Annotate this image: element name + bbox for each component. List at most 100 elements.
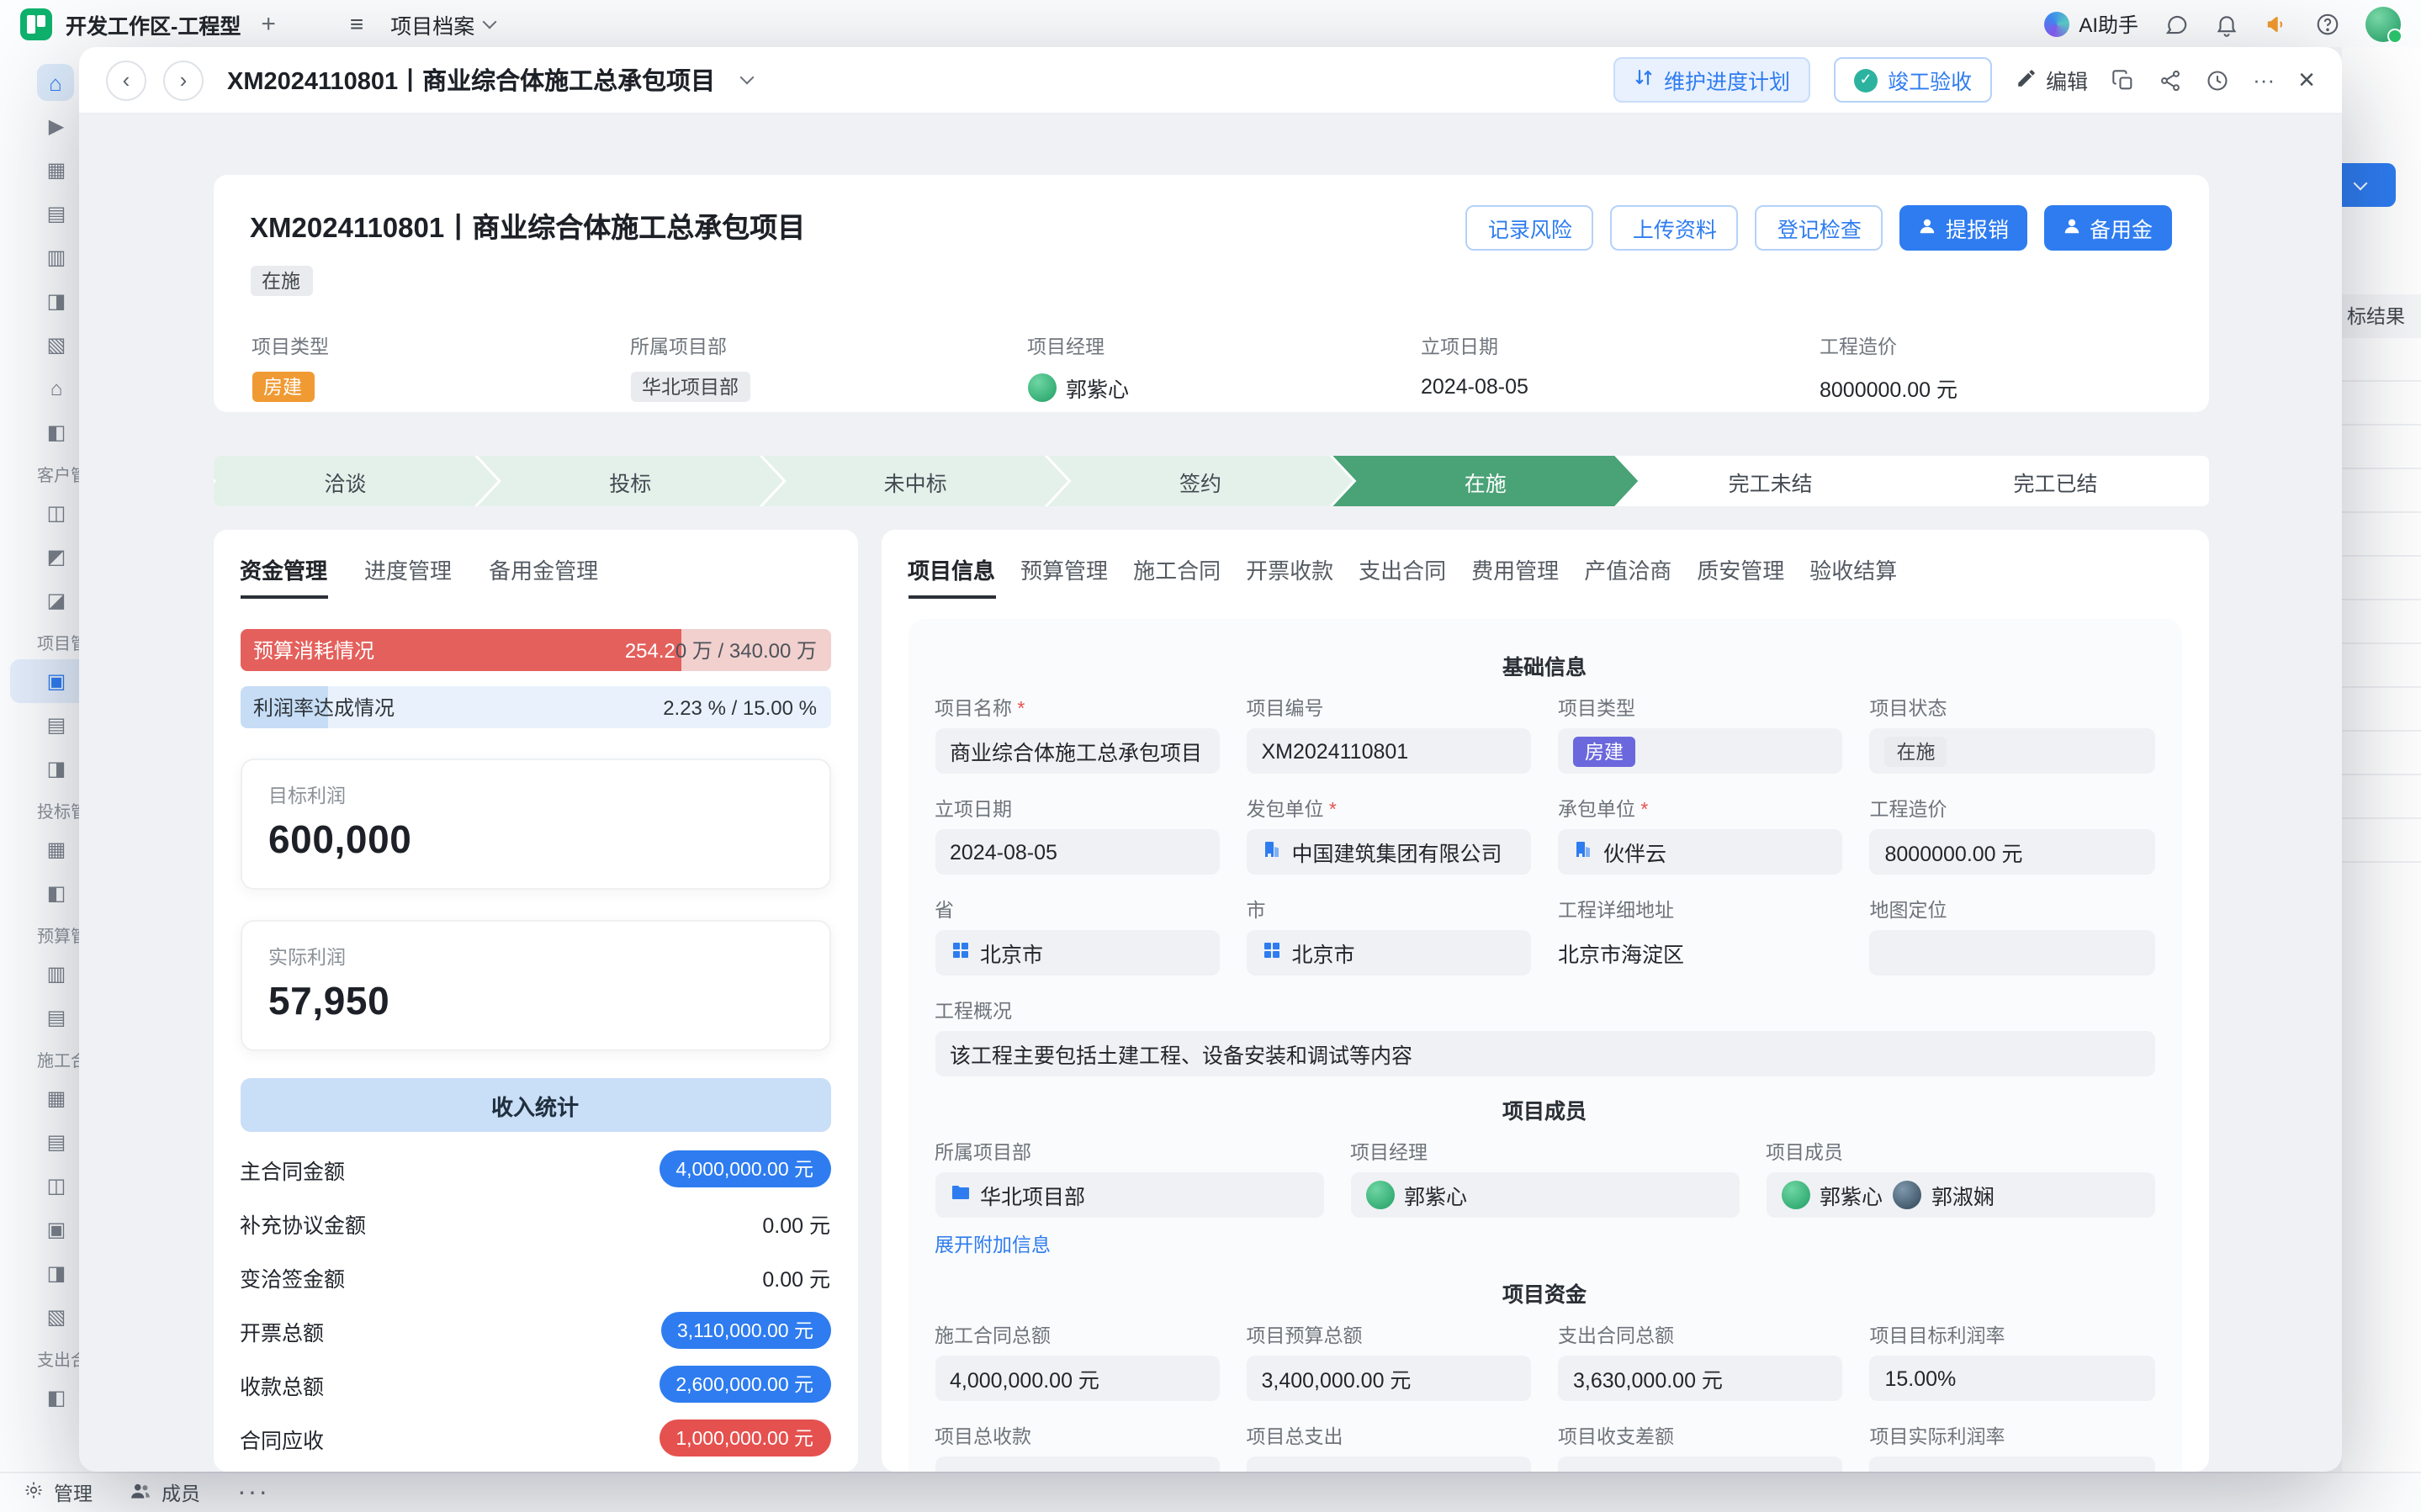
finance-tab[interactable]: 备用金管理 xyxy=(489,553,598,595)
detail-tab[interactable]: 费用管理 xyxy=(1471,553,1559,595)
fund-value-input[interactable]: 57,950.00 元 xyxy=(1558,1456,1843,1472)
fund-value-input[interactable]: 15.00% xyxy=(1870,1356,2155,1401)
project-action-button[interactable]: 登记检查 xyxy=(1756,205,1883,251)
help-icon[interactable] xyxy=(2315,11,2340,36)
phase-step[interactable]: 在施 xyxy=(1332,456,1638,506)
field-project-code: 项目编号 XM2024110801 xyxy=(1247,695,1532,774)
user-avatar[interactable] xyxy=(2365,6,2401,41)
megaphone-icon[interactable] xyxy=(2265,11,2290,36)
edit-button[interactable]: 编辑 xyxy=(2016,64,2088,96)
budget-consumption-bar: 预算消耗情况 254.20 万 / 340.00 万 xyxy=(240,629,830,671)
detail-tab[interactable]: 质安管理 xyxy=(1697,553,1784,595)
project-status-input[interactable]: 在施 xyxy=(1870,728,2155,774)
phase-step[interactable]: 完工未结 xyxy=(1618,456,1923,506)
detail-tab[interactable]: 项目信息 xyxy=(908,553,995,599)
detail-tab[interactable]: 验收结算 xyxy=(1809,553,1897,595)
sidebar-item-icon: ◧ xyxy=(44,420,69,444)
expand-extra-info-link[interactable]: 展开附加信息 xyxy=(935,1231,1051,1258)
manage-button[interactable]: 管理 xyxy=(24,1479,93,1506)
workspace-title: 开发工作区-工程型 xyxy=(66,8,241,40)
detail-tab[interactable]: 产值洽商 xyxy=(1584,553,1671,595)
fund-value-input[interactable]: 2.23% xyxy=(1870,1456,2155,1472)
sidebar-item-icon: ◧ xyxy=(44,1386,69,1409)
detail-tabs: 项目信息预算管理施工合同开票收款支出合同费用管理产值洽商质安管理验收结算 xyxy=(908,553,2181,599)
message-icon[interactable] xyxy=(2164,11,2189,36)
next-record-button[interactable]: › xyxy=(163,60,204,100)
completion-acceptance-button[interactable]: ✓竣工验收 xyxy=(1834,57,1992,103)
project-primary-action-button[interactable]: 提报销 xyxy=(1900,205,2027,251)
title-chevron-icon[interactable] xyxy=(740,71,755,85)
section-title-members: 项目成员 xyxy=(935,1076,2154,1139)
bell-icon[interactable] xyxy=(2214,11,2239,36)
contractor-unit-input[interactable]: 伙伴云 xyxy=(1558,829,1843,875)
detail-tab[interactable]: 支出合同 xyxy=(1359,553,1446,595)
department-badge: 华北项目部 xyxy=(630,372,750,402)
overview-input[interactable]: 该工程主要包括土建工程、设备安装和调试等内容 xyxy=(935,1031,2154,1076)
detail-tab[interactable]: 施工合同 xyxy=(1133,553,1221,595)
phase-step[interactable]: 洽谈 xyxy=(213,456,498,506)
fund-value-input[interactable]: 3,630,000.00 元 xyxy=(1558,1356,1843,1401)
phase-step-label: 洽谈 xyxy=(324,465,366,497)
finance-tab[interactable]: 资金管理 xyxy=(240,553,327,599)
phase-step[interactable]: 签约 xyxy=(1048,456,1354,506)
sidebar-item-icon: ▥ xyxy=(44,962,69,986)
fund-value-input[interactable]: 3,400,000.00 元 xyxy=(1247,1356,1532,1401)
income-stats-button[interactable]: 收入统计 xyxy=(240,1078,830,1132)
field-project-type-detail: 项目类型 房建 xyxy=(1558,695,1843,774)
fund-field: 支出合同总额 3,630,000.00 元 xyxy=(1558,1322,1843,1401)
phase-step[interactable]: 未中标 xyxy=(763,456,1068,506)
project-action-button[interactable]: 上传资料 xyxy=(1611,205,1739,251)
project-type-input[interactable]: 房建 xyxy=(1558,728,1843,774)
sidebar-item-icon: ▤ xyxy=(44,1006,69,1029)
project-type-badge: 房建 xyxy=(1573,736,1635,766)
members-button[interactable]: 成员 xyxy=(130,1479,200,1506)
add-tab-button[interactable]: + xyxy=(261,9,276,38)
app-logo[interactable] xyxy=(20,8,52,40)
fund-field: 项目总收款 2,600,000.00 元 xyxy=(935,1423,1220,1472)
sidebar-item-icon: ◨ xyxy=(44,289,69,313)
field-department: 所属项目部 华北项目部 xyxy=(630,333,1027,402)
target-profit-card: 目标利润 600,000 xyxy=(240,759,830,890)
owner-unit-input[interactable]: 中国建筑集团有限公司 xyxy=(1247,829,1532,875)
fund-value-input[interactable]: 2,542,050.00 元 xyxy=(1247,1456,1532,1472)
nav-tab-project-archive[interactable]: 项目档案 xyxy=(390,8,495,40)
project-name-input[interactable]: 商业综合体施工总承包项目 xyxy=(935,728,1220,774)
person-icon xyxy=(1919,216,1937,240)
chevron-down-icon xyxy=(2354,177,2368,191)
sidebar-item-icon: ◪ xyxy=(44,589,69,612)
fund-value-input[interactable]: 2,600,000.00 元 xyxy=(935,1456,1220,1472)
hamburger-menu-icon[interactable]: ≡ xyxy=(350,10,363,37)
project-primary-action-button[interactable]: 备用金 xyxy=(2044,205,2171,251)
finance-tab[interactable]: 进度管理 xyxy=(364,553,452,595)
ai-assistant-button[interactable]: AI助手 xyxy=(2043,9,2138,38)
project-action-button[interactable]: 记录风险 xyxy=(1466,205,1594,251)
field-project-status-detail: 项目状态 在施 xyxy=(1870,695,2155,774)
start-date-input[interactable]: 2024-08-05 xyxy=(935,829,1220,875)
more-actions-icon[interactable]: ··· xyxy=(2253,67,2275,93)
members-input[interactable]: 郭紫心 郭淑娴 xyxy=(1766,1172,2154,1218)
more-icon[interactable]: ··· xyxy=(237,1478,269,1508)
map-location-input[interactable] xyxy=(1870,930,2155,975)
fund-field: 项目总支出 2,542,050.00 元 xyxy=(1247,1423,1532,1472)
fund-value-input[interactable]: 4,000,000.00 元 xyxy=(935,1356,1220,1401)
project-cost-input[interactable]: 8000000.00 元 xyxy=(1870,829,2155,875)
province-input[interactable]: 北京市 xyxy=(935,930,1220,975)
copy-icon[interactable] xyxy=(2111,68,2135,92)
detail-tab[interactable]: 预算管理 xyxy=(1020,553,1108,595)
folder-icon xyxy=(950,1182,970,1208)
detail-tab[interactable]: 开票收款 xyxy=(1246,553,1333,595)
phase-step[interactable]: 完工已结 xyxy=(1903,456,2208,506)
background-page-fragment: 标结果 xyxy=(2342,47,2421,1472)
maintain-schedule-button[interactable]: 维护进度计划 xyxy=(1613,57,1810,103)
project-code-input[interactable]: XM2024110801 xyxy=(1247,728,1532,774)
sidebar-item-icon: ◨ xyxy=(44,757,69,780)
manager-input[interactable]: 郭紫心 xyxy=(1350,1172,1739,1218)
city-input[interactable]: 北京市 xyxy=(1247,930,1532,975)
history-icon[interactable] xyxy=(2206,68,2229,92)
department-input[interactable]: 华北项目部 xyxy=(935,1172,1323,1218)
close-icon[interactable]: × xyxy=(2298,63,2315,97)
actual-profit-value: 57,950 xyxy=(268,979,802,1024)
phase-step[interactable]: 投标 xyxy=(478,456,783,506)
prev-record-button[interactable]: ‹ xyxy=(106,60,146,100)
share-icon[interactable] xyxy=(2159,68,2182,92)
